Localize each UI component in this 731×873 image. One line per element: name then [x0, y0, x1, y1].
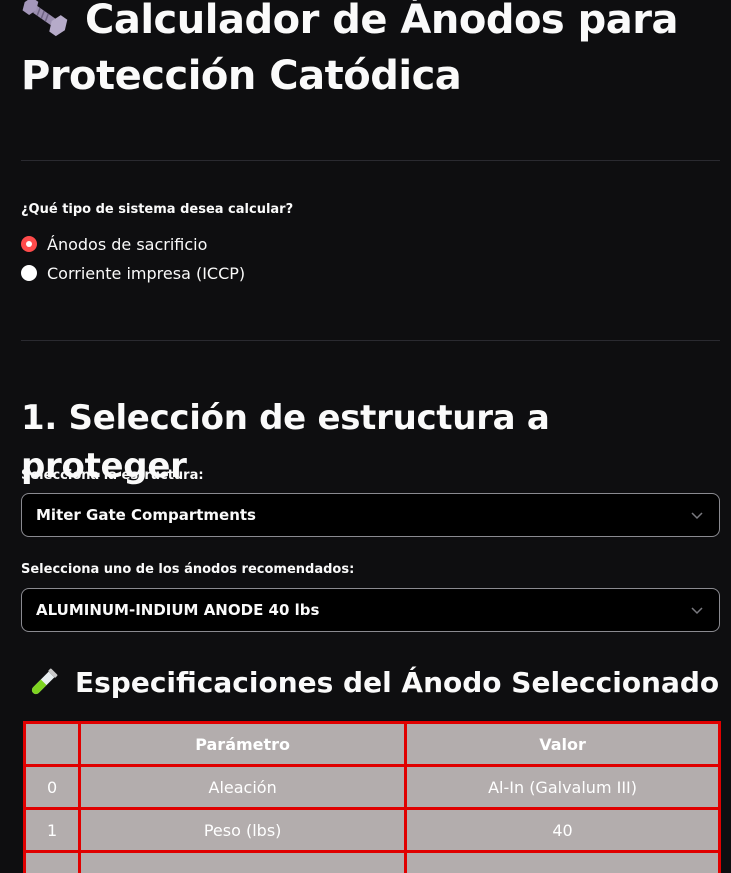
app-page: Calculador de Ánodos para Protección Cat…: [0, 0, 731, 873]
table-row: 0 Aleación Al-In (Galvalum III): [22, 764, 721, 810]
column-header-value: Valor: [404, 721, 721, 767]
specs-heading: Especificaciones del Ánodo Seleccionado: [21, 660, 719, 706]
radio-selected-icon[interactable]: [21, 236, 37, 252]
anode-select-label: Selecciona uno de los ánodos recomendado…: [21, 562, 355, 577]
page-title: Calculador de Ánodos para Protección Cat…: [21, 0, 720, 104]
row-value: 40: [404, 807, 721, 853]
row-index: 0: [22, 764, 82, 810]
row-parameter: Peso (lbs): [78, 807, 408, 853]
nut-and-bolt-icon: [22, 0, 68, 37]
structure-select-value: Miter Gate Compartments: [36, 506, 256, 524]
specs-table: Parámetro Valor 0 Aleación Al-In (Galval…: [22, 721, 721, 873]
test-tube-icon: [31, 668, 58, 695]
radio-label: Corriente impresa (ICCP): [47, 263, 246, 283]
structure-select-label: Selecciona la estructura:: [21, 468, 204, 483]
radio-sacrificial-anodes[interactable]: Ánodos de sacrificio: [21, 232, 207, 256]
chevron-down-icon: [691, 512, 703, 520]
radio-impressed-current[interactable]: Corriente impresa (ICCP): [21, 261, 245, 285]
anode-select[interactable]: ALUMINUM-INDIUM ANODE 40 lbs: [21, 588, 720, 632]
table-row: [22, 850, 721, 873]
chevron-down-icon: [691, 607, 703, 615]
table-row: 1 Peso (lbs) 40: [22, 807, 721, 853]
radio-unselected-icon[interactable]: [21, 265, 37, 281]
row-parameter: Aleación: [78, 764, 408, 810]
row-value: Al-In (Galvalum III): [404, 764, 721, 810]
radio-label: Ánodos de sacrificio: [47, 234, 208, 254]
row-index: 1: [22, 807, 82, 853]
system-type-label: ¿Qué tipo de sistema desea calcular?: [21, 202, 294, 217]
row-index: [22, 850, 82, 873]
structure-select[interactable]: Miter Gate Compartments: [21, 493, 720, 537]
specs-title: Especificaciones del Ánodo Seleccionado: [75, 666, 720, 699]
page-title-text: Calculador de Ánodos para Protección Cat…: [21, 0, 679, 99]
column-header-index: [22, 721, 82, 767]
column-header-parameter: Parámetro: [78, 721, 408, 767]
divider: [21, 340, 720, 341]
divider: [21, 160, 720, 161]
specs-table-container: Parámetro Valor 0 Aleación Al-In (Galval…: [22, 721, 721, 873]
row-parameter: [78, 850, 408, 873]
table-header-row: Parámetro Valor: [22, 721, 721, 767]
row-value: [404, 850, 721, 873]
anode-select-value: ALUMINUM-INDIUM ANODE 40 lbs: [36, 601, 320, 619]
